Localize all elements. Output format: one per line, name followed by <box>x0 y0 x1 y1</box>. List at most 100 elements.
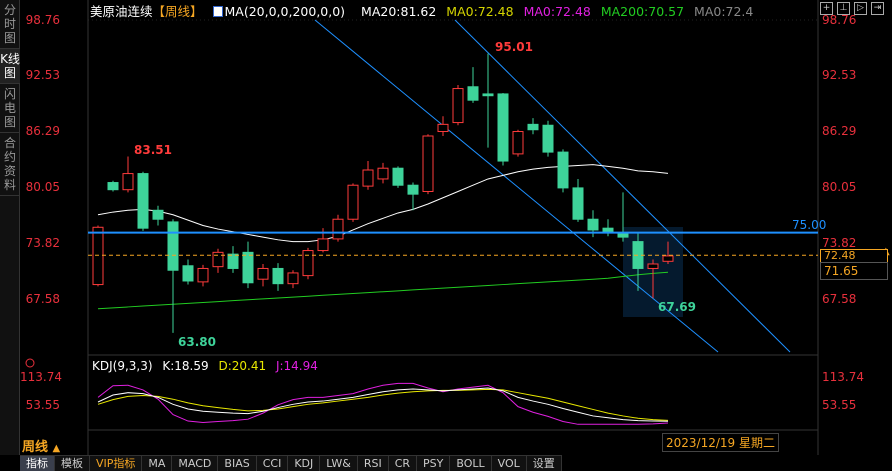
candle-body <box>467 86 479 101</box>
candle <box>617 192 629 242</box>
candle-body <box>227 253 239 269</box>
candle-body <box>152 209 164 220</box>
kdj-settings-icon[interactable] <box>25 358 35 368</box>
candle-body <box>647 263 659 269</box>
candle <box>377 162 389 184</box>
candle-body <box>137 173 149 229</box>
candle-body <box>107 182 119 191</box>
candle <box>107 180 119 192</box>
candle <box>182 259 194 285</box>
tab-vol[interactable]: VOL <box>492 456 527 471</box>
candle-body <box>377 167 389 180</box>
tab-bias[interactable]: BIAS <box>218 456 257 471</box>
candle <box>272 263 284 291</box>
kdj-header: KDJ(9,3,3) K:18.59 D:20.41 J:14.94 <box>92 359 324 373</box>
tab-settings[interactable]: 设置 <box>527 456 562 471</box>
tab-lwr[interactable]: LW& <box>320 456 358 471</box>
kdj-k: K:18.59 <box>162 359 209 373</box>
high-label: 95.01 <box>495 40 533 54</box>
hline-label: 75.00 <box>792 218 826 232</box>
candle <box>422 134 434 195</box>
tab-vip-indicators[interactable]: VIP指标 <box>90 456 143 471</box>
candle <box>527 118 539 135</box>
candle <box>257 263 269 287</box>
candle <box>347 183 359 222</box>
candle-body <box>512 131 524 155</box>
recent-low-label: 67.69 <box>658 300 696 314</box>
candle-body <box>287 272 299 285</box>
candle <box>482 53 494 148</box>
candle-body <box>572 187 584 220</box>
candle-body <box>182 265 194 282</box>
candle-body <box>122 173 134 191</box>
candle <box>302 247 314 280</box>
candle-body <box>302 250 314 277</box>
candle-body <box>92 226 104 286</box>
candle-body <box>332 218 344 240</box>
tab-indicators[interactable]: 指标 <box>20 456 55 471</box>
candle <box>437 116 449 136</box>
tab-macd[interactable]: MACD <box>172 456 219 471</box>
left-high-label: 83.51 <box>134 143 172 157</box>
candle <box>467 67 479 103</box>
candle <box>167 219 179 333</box>
tab-boll[interactable]: BOLL <box>450 456 492 471</box>
candle-body <box>212 251 224 268</box>
candle-body <box>542 124 554 153</box>
candle-body <box>167 221 179 271</box>
kdj-j-line <box>97 382 669 425</box>
candle-body <box>557 151 569 189</box>
candle <box>362 161 374 190</box>
tab-kdj[interactable]: KDJ <box>288 456 321 471</box>
tab-cr[interactable]: CR <box>389 456 418 471</box>
kdj-title[interactable]: KDJ(9,3,3) <box>92 359 153 373</box>
candle-body <box>662 255 674 262</box>
period-label: 周线 <box>22 440 49 455</box>
candle <box>212 248 224 273</box>
tab-psy[interactable]: PSY <box>417 456 451 471</box>
candle <box>152 205 164 226</box>
candle <box>227 246 239 273</box>
candle <box>407 182 419 211</box>
candle <box>602 219 614 237</box>
candle-body <box>482 93 494 97</box>
channel-line-upper[interactable] <box>454 19 791 353</box>
candle <box>497 93 509 166</box>
low-label: 63.80 <box>178 335 216 349</box>
candle-body <box>347 184 359 220</box>
kdj-d-line <box>97 388 669 421</box>
candle-body <box>452 88 464 124</box>
candle-body <box>407 184 419 195</box>
candle <box>542 120 554 157</box>
candle <box>572 178 584 222</box>
tab-ma[interactable]: MA <box>142 456 173 471</box>
tab-templates[interactable]: 模板 <box>55 456 90 471</box>
candle <box>122 156 134 193</box>
candle <box>242 241 254 289</box>
candle-body <box>587 218 599 231</box>
indicator-tabs: 指标 模板 VIP指标 MA MACD BIAS CCI KDJ LW& RSI… <box>20 455 562 471</box>
candle <box>392 166 404 188</box>
candle <box>557 149 569 193</box>
period-arrow-icon: ▲ <box>52 443 61 454</box>
candle <box>512 129 524 157</box>
candle-body <box>197 267 209 283</box>
candle-body <box>527 123 539 131</box>
candlestick-chart[interactable]: 75.00 95.01 83.51 63.80 67.69 ▲ <box>0 0 892 455</box>
period-selector[interactable]: 周线 ▲ <box>22 436 60 455</box>
candle-body <box>497 93 509 162</box>
candle-body <box>257 267 269 280</box>
candle-body <box>362 169 374 187</box>
kdj-j: J:14.94 <box>275 359 318 373</box>
current-price-box: 71.65 <box>820 262 888 280</box>
candle-body <box>242 251 254 284</box>
candle <box>197 264 209 287</box>
last-price-tag: 72.48 <box>820 249 888 262</box>
candle-body <box>272 267 284 285</box>
tab-rsi[interactable]: RSI <box>358 456 389 471</box>
candle <box>452 84 464 126</box>
candle-body <box>317 238 329 252</box>
candle-body <box>437 123 449 133</box>
candle <box>287 270 299 289</box>
tab-cci[interactable]: CCI <box>257 456 289 471</box>
